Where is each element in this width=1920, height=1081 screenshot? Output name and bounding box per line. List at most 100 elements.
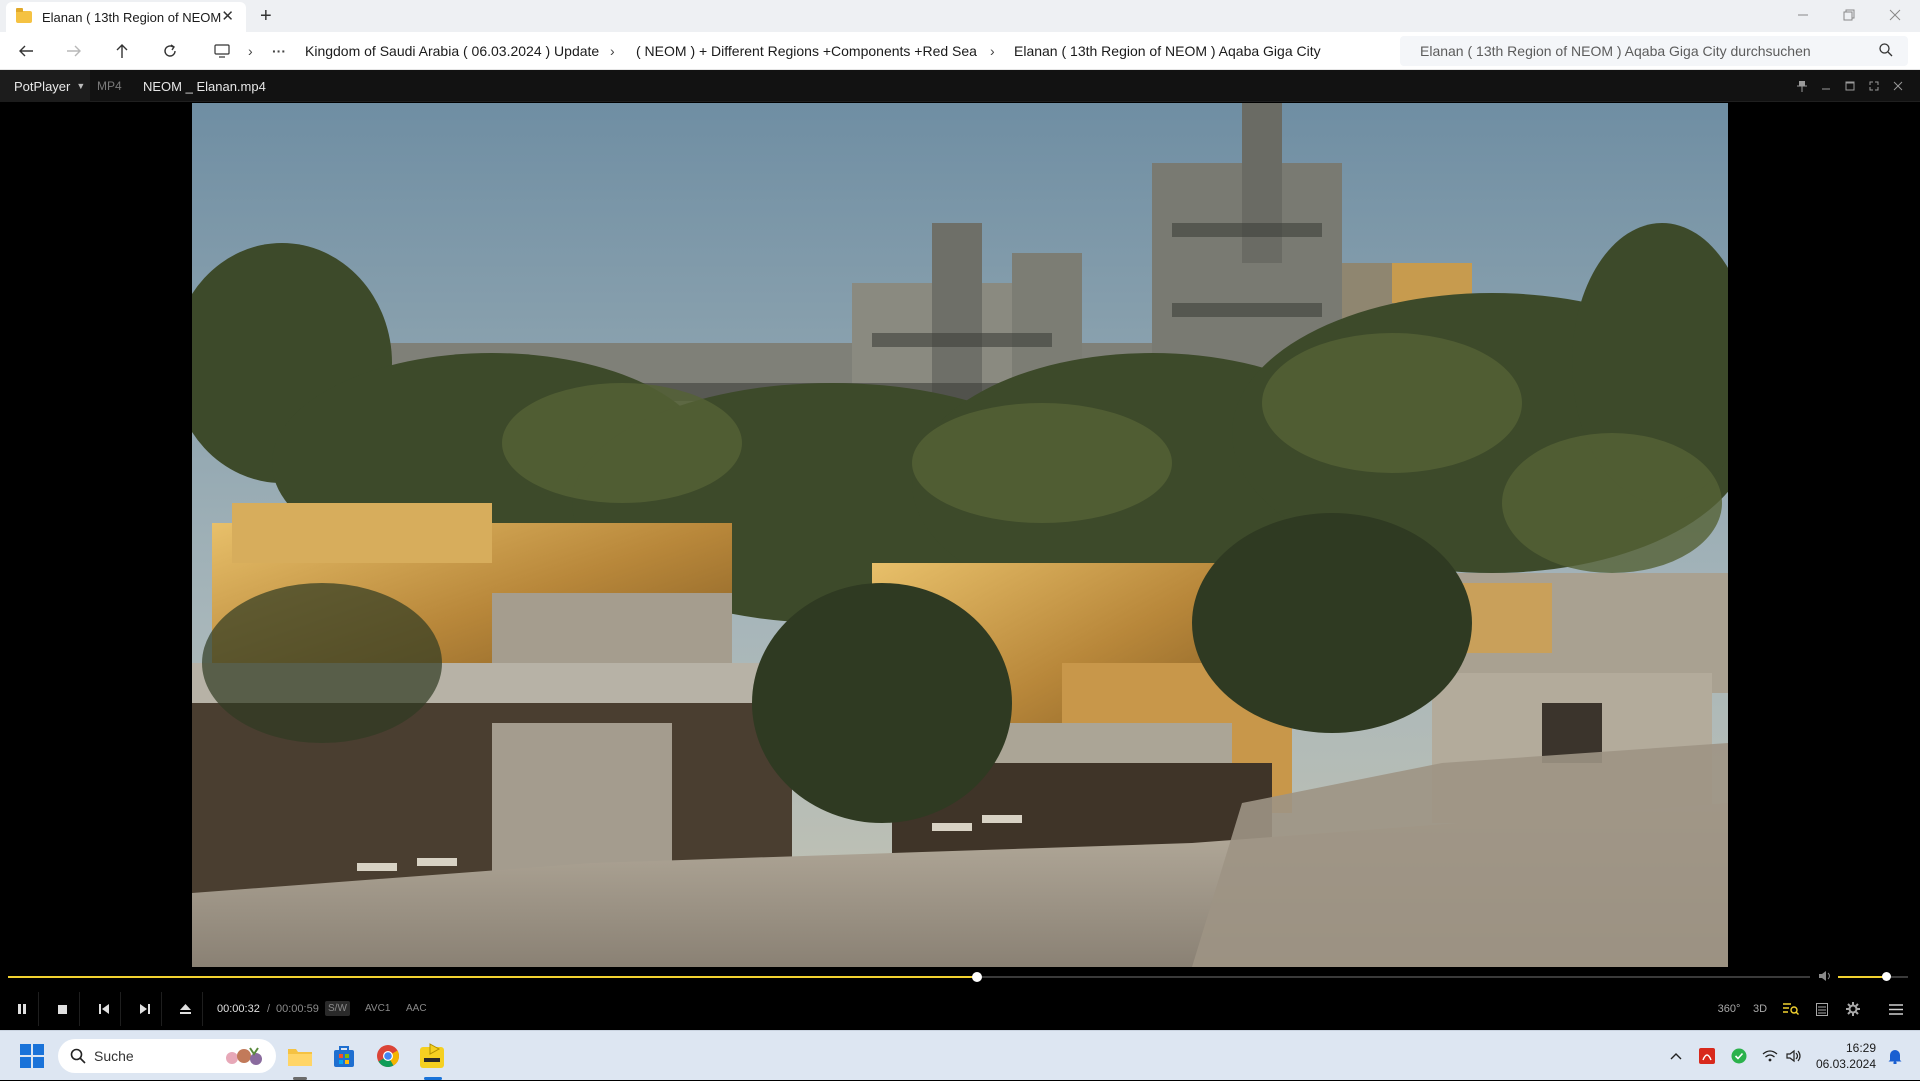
chapter-list-icon xyxy=(1816,1002,1828,1016)
search-highlight-icon xyxy=(226,1047,262,1065)
file-explorer-app[interactable] xyxy=(284,1040,316,1072)
close-window-button[interactable] xyxy=(1872,0,1918,30)
eject-icon xyxy=(180,1004,191,1014)
previous-button[interactable] xyxy=(87,992,121,1026)
pdf-app-icon xyxy=(1699,1048,1715,1064)
vr-360-button[interactable]: 360° xyxy=(1716,996,1742,1022)
gear-icon xyxy=(1846,1002,1860,1016)
seek-handle[interactable] xyxy=(972,972,983,982)
playlist-search-button[interactable] xyxy=(1778,996,1804,1022)
folder-icon xyxy=(16,8,32,23)
windows-taskbar: Suche 16:29 06.03.2024 xyxy=(0,1030,1920,1080)
seek-progress xyxy=(8,976,978,978)
stop-icon xyxy=(58,1004,67,1014)
refresh-button[interactable] xyxy=(156,38,184,64)
player-fullscreen-button[interactable] xyxy=(1862,70,1886,102)
this-pc-button[interactable] xyxy=(208,38,236,64)
explorer-address-bar: › ··· Kingdom of Saudi Arabia ( 06.03.20… xyxy=(0,32,1920,70)
pin-button[interactable] xyxy=(1790,70,1814,102)
minimize-button[interactable] xyxy=(1780,0,1826,30)
video-frame[interactable] xyxy=(192,103,1728,967)
chrome-icon xyxy=(377,1045,399,1067)
restore-button[interactable] xyxy=(1826,0,1872,30)
back-button[interactable] xyxy=(12,38,40,64)
stop-button[interactable] xyxy=(46,992,80,1026)
chevron-right-icon: › xyxy=(610,43,615,59)
breadcrumb-item-3[interactable]: Elanan ( 13th Region of NEOM ) Aqaba Gig… xyxy=(1014,32,1321,70)
network-tray-button[interactable] xyxy=(1758,1031,1782,1081)
explorer-titlebar: Elanan ( 13th Region of NEOM ✕ + xyxy=(0,0,1920,32)
fullscreen-icon xyxy=(1869,81,1879,91)
close-icon xyxy=(1893,81,1903,91)
breadcrumb-item-2[interactable]: ( NEOM ) + Different Regions +Components… xyxy=(636,32,977,70)
taskbar-search-label: Suche xyxy=(94,1048,134,1064)
potplayer-window: PotPlayer ▼ MP4 NEOM _ Elanan.mp4 00:00:… xyxy=(0,70,1920,1030)
new-tab-button[interactable]: + xyxy=(260,4,272,28)
close-icon xyxy=(1889,9,1901,21)
explorer-tab[interactable]: Elanan ( 13th Region of NEOM ✕ xyxy=(6,2,246,32)
monitor-icon xyxy=(214,44,230,58)
show-hidden-icons-button[interactable] xyxy=(1664,1031,1688,1081)
security-tray-icon[interactable] xyxy=(1726,1031,1752,1081)
restore-icon xyxy=(1843,9,1855,21)
chapter-button[interactable] xyxy=(1809,996,1835,1022)
minimize-icon xyxy=(1822,88,1830,90)
player-brand: PotPlayer xyxy=(14,78,71,94)
next-button[interactable] xyxy=(128,992,162,1026)
windows-logo-icon xyxy=(20,1044,44,1068)
video-scene xyxy=(192,103,1728,967)
acrobat-tray-icon[interactable] xyxy=(1694,1031,1720,1081)
chevron-right-icon: › xyxy=(248,43,253,59)
playlist-search-icon xyxy=(1783,1003,1799,1015)
skip-next-icon xyxy=(139,1004,150,1014)
wifi-icon xyxy=(1762,1050,1778,1062)
tab-close-icon[interactable]: ✕ xyxy=(221,7,234,25)
3d-button[interactable]: 3D xyxy=(1747,996,1773,1022)
search-placeholder: Elanan ( 13th Region of NEOM ) Aqaba Gig… xyxy=(1420,43,1811,59)
main-menu-button[interactable] xyxy=(1883,996,1909,1022)
open-file-button[interactable] xyxy=(169,992,203,1026)
maximize-icon xyxy=(1845,81,1855,91)
potplayer-app[interactable] xyxy=(416,1040,448,1072)
audio-codec-tag[interactable]: AAC xyxy=(403,1001,430,1016)
more-breadcrumbs-button[interactable]: ··· xyxy=(272,32,286,70)
skip-previous-icon xyxy=(98,1004,109,1014)
arrow-up-icon xyxy=(116,44,128,58)
total-time: 00:00:59 xyxy=(276,1003,319,1015)
microsoft-store-app[interactable] xyxy=(328,1040,360,1072)
explorer-search-input[interactable]: Elanan ( 13th Region of NEOM ) Aqaba Gig… xyxy=(1400,36,1908,66)
volume-icon[interactable] xyxy=(1818,969,1834,983)
volume-slider[interactable] xyxy=(1838,972,1908,981)
shield-check-icon xyxy=(1731,1048,1747,1064)
store-icon xyxy=(334,1046,354,1067)
arrow-left-icon xyxy=(19,45,33,57)
clock-date: 06.03.2024 xyxy=(1815,1057,1876,1071)
pause-button[interactable] xyxy=(5,992,39,1026)
volume-handle[interactable] xyxy=(1882,972,1892,981)
video-codec-tag[interactable]: AVC1 xyxy=(362,1001,393,1016)
chrome-app[interactable] xyxy=(372,1040,404,1072)
chevron-down-icon: ▼ xyxy=(76,81,86,91)
breadcrumb-item-1[interactable]: Kingdom of Saudi Arabia ( 06.03.2024 ) U… xyxy=(305,32,599,70)
pause-icon xyxy=(17,1004,26,1014)
volume-tray-button[interactable] xyxy=(1782,1031,1806,1081)
bell-icon xyxy=(1888,1050,1902,1064)
player-maximize-button[interactable] xyxy=(1838,70,1862,102)
taskbar-clock[interactable]: 16:29 06.03.2024 xyxy=(1810,1040,1876,1072)
up-button[interactable] xyxy=(108,38,136,64)
player-close-button[interactable] xyxy=(1886,70,1910,102)
clock-time: 16:29 xyxy=(1845,1041,1876,1055)
sw-tag[interactable]: S/W xyxy=(325,1001,350,1016)
folder-icon xyxy=(288,1049,312,1066)
potplayer-menu-button[interactable]: PotPlayer ▼ xyxy=(0,70,90,102)
forward-button[interactable] xyxy=(60,38,88,64)
start-button[interactable] xyxy=(16,1040,48,1072)
player-controls: 00:00:32 / 00:00:59 S/W AVC1 AAC 360° 3D xyxy=(0,988,1920,1030)
seek-bar[interactable] xyxy=(8,972,1810,982)
player-minimize-button[interactable] xyxy=(1814,70,1838,102)
pin-icon xyxy=(1797,81,1807,92)
taskbar-search-box[interactable]: Suche xyxy=(58,1039,276,1073)
potplayer-icon xyxy=(420,1043,444,1068)
settings-button[interactable] xyxy=(1840,996,1866,1022)
notifications-button[interactable] xyxy=(1882,1031,1908,1081)
